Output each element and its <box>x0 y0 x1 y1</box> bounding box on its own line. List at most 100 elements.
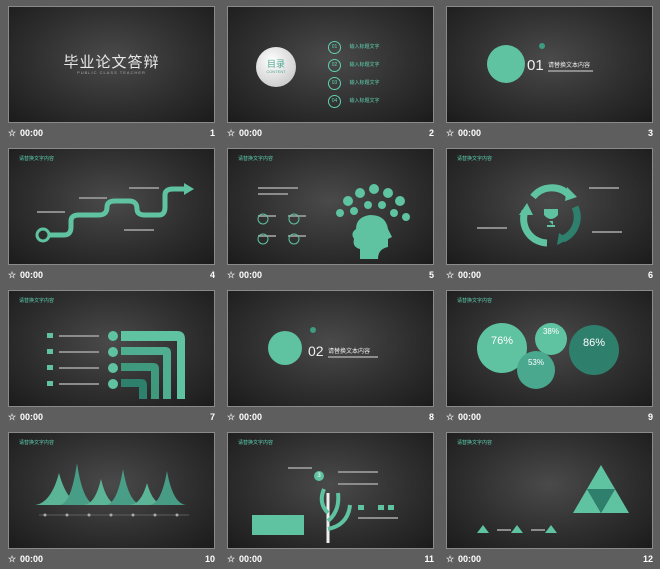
peaks-graphic <box>35 463 189 517</box>
slide-preview: 01 请替换文本内容 <box>446 6 653 123</box>
slide-subtitle: PUBLIC CLASS TEACHER <box>77 70 146 75</box>
slide-thumbnail-10[interactable]: 请替换文字内容 ☆ 00:00 10 <box>8 432 215 569</box>
slide-caption: ☆ 00:00 12 <box>446 553 653 567</box>
percent-bubble <box>517 351 555 389</box>
transition-icon[interactable]: ☆ <box>446 412 454 423</box>
branch-graphic <box>252 488 394 543</box>
section-circle <box>268 331 302 365</box>
slide-caption: ☆ 00:00 5 <box>227 269 434 283</box>
transition-icon[interactable]: ☆ <box>227 412 235 423</box>
slide-timing: 00:00 <box>20 412 44 422</box>
slide-preview: 02 请替换文本内容 <box>227 290 434 407</box>
slide-preview: 目录 CONTENT 01 输入标题文字 02 输入标题文字 03 输入标题文字… <box>227 6 434 123</box>
wave-arrow-graphic <box>35 183 194 243</box>
slide-number: 7 <box>209 412 215 422</box>
slide-caption: ☆ 00:00 7 <box>8 411 215 425</box>
slide-preview: 请替换文字内容 76% 38% 53% 86% <box>446 290 653 407</box>
transition-icon[interactable]: ☆ <box>446 554 454 565</box>
slide-caption: ☆ 00:00 6 <box>446 269 653 283</box>
slide-number: 8 <box>428 412 434 422</box>
transition-icon[interactable]: ☆ <box>227 270 235 281</box>
slide-number: 6 <box>647 270 653 280</box>
percent-label: 76% <box>490 335 514 347</box>
transition-icon[interactable]: ☆ <box>8 554 16 565</box>
percent-bubble <box>569 325 619 375</box>
slide-number: 11 <box>424 554 434 564</box>
transition-icon[interactable]: ☆ <box>227 554 235 565</box>
head-icons-graphic <box>257 184 410 259</box>
transition-icon[interactable]: ☆ <box>8 270 16 281</box>
transition-icon[interactable]: ☆ <box>446 270 454 281</box>
slide-thumbnail-5[interactable]: 请替换文字内容 ☆ 00:00 5 <box>227 148 434 285</box>
section-title: 请替换文本内容 <box>328 349 371 355</box>
slide-timing: 00:00 <box>239 412 263 422</box>
slide-caption: ☆ 00:00 3 <box>446 127 653 141</box>
slide-preview: 请替换文字内容 <box>8 148 215 265</box>
slide-thumbnail-4[interactable]: 请替换文字内容 ☆ 00:00 4 <box>8 148 215 285</box>
section-number: 02 <box>308 343 324 359</box>
slide-number: 9 <box>647 412 653 422</box>
toc-item: 03 输入标题文字 <box>328 71 379 90</box>
slide-number: 2 <box>428 128 434 138</box>
bent-arrows-graphic <box>47 331 185 399</box>
slide-number: 3 <box>647 128 653 138</box>
slide-header: 请替换文字内容 <box>457 298 493 304</box>
percent-label: 38% <box>542 327 559 336</box>
slide-timing: 00:00 <box>239 128 263 138</box>
toc-subtitle: CONTENT <box>266 69 286 74</box>
cycle-graphic <box>519 184 581 247</box>
slide-timing: 00:00 <box>20 270 44 280</box>
transition-icon[interactable]: ☆ <box>446 128 454 139</box>
transition-icon[interactable]: ☆ <box>8 128 16 139</box>
slide-timing: 00:00 <box>458 412 482 422</box>
slide-timing: 00:00 <box>458 554 482 564</box>
slide-timing: 00:00 <box>458 270 482 280</box>
slide-timing: 00:00 <box>20 128 44 138</box>
slide-number: 1 <box>209 128 215 138</box>
slide-caption: ☆ 00:00 8 <box>227 411 434 425</box>
slide-timing: 00:00 <box>458 128 482 138</box>
slide-timing: 00:00 <box>20 554 44 564</box>
section-dot <box>539 43 545 49</box>
section-number: 01 <box>527 57 544 74</box>
slide-preview: 请替换文字内容 3 <box>227 432 434 549</box>
slide-thumbnail-9[interactable]: 请替换文字内容 76% 38% 53% 86% ☆ 00:00 9 <box>446 290 653 427</box>
slide-caption: ☆ 00:00 2 <box>227 127 434 141</box>
slide-number: 5 <box>428 270 434 280</box>
slide-caption: ☆ 00:00 11 <box>227 553 434 567</box>
slide-caption: ☆ 00:00 10 <box>8 553 215 567</box>
triangle-graphic <box>477 465 629 533</box>
slide-thumbnail-8[interactable]: 02 请替换文本内容 ☆ 00:00 8 <box>227 290 434 427</box>
slide-caption: ☆ 00:00 9 <box>446 411 653 425</box>
slide-timing: 00:00 <box>239 554 263 564</box>
toc-item: 02 输入标题文字 <box>328 53 379 72</box>
slide-preview: 请替换文字内容 <box>227 148 434 265</box>
toc-item: 04 输入标题文字 <box>328 89 379 108</box>
toc-item: 01 输入标题文字 <box>328 35 379 54</box>
slide-preview: 请替换文字内容 <box>446 148 653 265</box>
section-dot <box>310 327 316 333</box>
slide-caption: ☆ 00:00 1 <box>8 127 215 141</box>
slide-caption: ☆ 00:00 4 <box>8 269 215 283</box>
slide-preview: 请替换文字内容 <box>446 432 653 549</box>
transition-icon[interactable]: ☆ <box>227 128 235 139</box>
slide-title: 毕业论文答辩 <box>63 54 160 71</box>
slide-thumbnail-3[interactable]: 01 请替换文本内容 ☆ 00:00 3 <box>446 6 653 143</box>
slide-preview: 请替换文字内容 <box>8 432 215 549</box>
percent-label: 86% <box>582 337 606 349</box>
slide-thumbnail-7[interactable]: 请替换文字内容 ☆ 00:00 7 <box>8 290 215 427</box>
slide-thumbnail-1[interactable]: 毕业论文答辩 PUBLIC CLASS TEACHER ☆ 00:00 1 <box>8 6 215 143</box>
transition-icon[interactable]: ☆ <box>8 412 16 423</box>
slide-preview: 毕业论文答辩 PUBLIC CLASS TEACHER <box>8 6 215 123</box>
slide-number: 12 <box>642 554 653 564</box>
section-circle <box>487 45 525 83</box>
slide-thumbnail-11[interactable]: 请替换文字内容 3 ☆ 00:00 11 <box>227 432 434 569</box>
slide-thumbnail-6[interactable]: 请替换文字内容 ☆ 00:00 6 <box>446 148 653 285</box>
slide-thumbnail-2[interactable]: 目录 CONTENT 01 输入标题文字 02 输入标题文字 03 输入标题文字… <box>227 6 434 143</box>
percent-label: 53% <box>527 358 544 367</box>
slide-number: 4 <box>209 270 215 280</box>
slide-timing: 00:00 <box>239 270 263 280</box>
slide-thumbnail-12[interactable]: 请替换文字内容 ☆ 00:00 12 <box>446 432 653 569</box>
toc-list: 01 输入标题文字 02 输入标题文字 03 输入标题文字 04 输入标题文字 <box>328 35 379 108</box>
slide-preview: 请替换文字内容 <box>8 290 215 407</box>
